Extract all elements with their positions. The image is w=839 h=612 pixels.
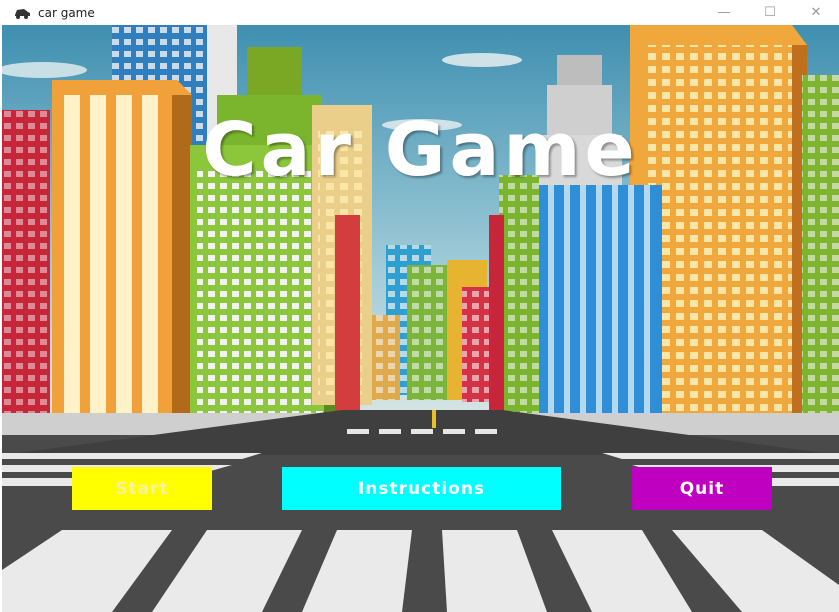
game-window: car game — ☐ ✕ Car Game Start Instructio…: [0, 0, 839, 612]
car-icon: [12, 3, 32, 23]
start-button-label: Start: [115, 478, 169, 499]
game-canvas: Car Game Start Instructions Quit: [2, 25, 839, 612]
window-controls: — ☐ ✕: [701, 0, 839, 25]
start-button[interactable]: Start: [72, 467, 212, 510]
title-bar: car game — ☐ ✕: [0, 0, 839, 25]
game-title: Car Game: [202, 107, 639, 193]
close-button[interactable]: ✕: [793, 0, 839, 25]
quit-button-label: Quit: [679, 478, 725, 499]
minimize-button[interactable]: —: [701, 0, 747, 25]
quit-button[interactable]: Quit: [632, 467, 772, 510]
instructions-button-label: Instructions: [357, 478, 486, 499]
instructions-button[interactable]: Instructions: [282, 467, 561, 510]
maximize-button[interactable]: ☐: [747, 0, 793, 25]
window-title: car game: [38, 5, 95, 20]
